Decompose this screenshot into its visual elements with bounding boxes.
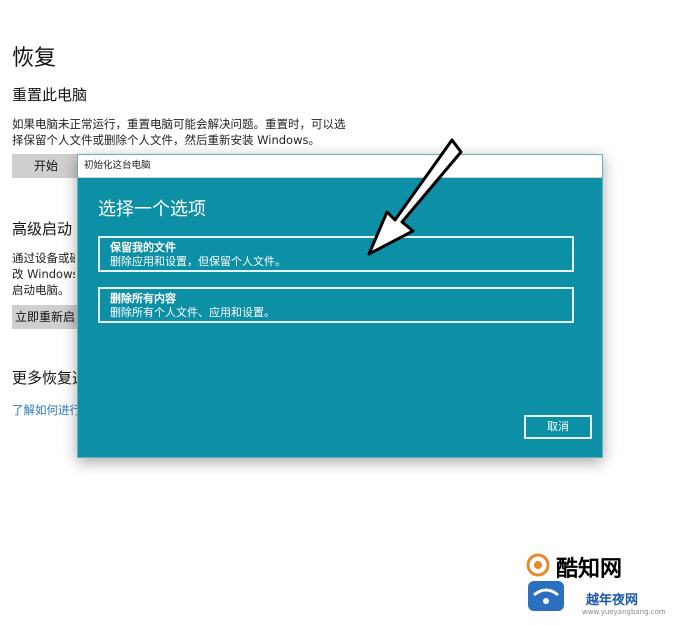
annotation-arrow-icon xyxy=(367,138,463,256)
more-recovery-heading: 更多恢复选 xyxy=(12,369,78,387)
remove-everything-desc: 删除所有个人文件、应用和设置。 xyxy=(110,306,275,319)
watermark-text-3: www.yueyangbang.com xyxy=(582,608,666,616)
dialog-heading: 选择一个选项 xyxy=(98,199,206,220)
remove-everything-title: 删除所有内容 xyxy=(110,292,176,305)
watermark-text-1: 酷知网 xyxy=(556,557,623,582)
advanced-startup-heading: 高级启动 xyxy=(12,220,73,238)
advanced-desc-line3: 启动电脑。 xyxy=(12,283,70,297)
watermark-text-2: 越年夜网 xyxy=(586,593,639,608)
reset-pc-heading: 重置此电脑 xyxy=(12,86,88,104)
reset-pc-desc-line1: 如果电脑未正常运行，重置电脑可能会解决问题。重置时，可以选 xyxy=(12,117,346,131)
remove-everything-option[interactable]: 删除所有内容 删除所有个人文件、应用和设置。 xyxy=(98,287,574,323)
reset-pc-desc-line2: 择保留个人文件或删除个人文件，然后重新安装 Windows。 xyxy=(12,133,320,147)
keep-my-files-option[interactable]: 保留我的文件 删除应用和设置，但保留个人文件。 xyxy=(98,236,574,272)
keep-my-files-title: 保留我的文件 xyxy=(110,241,176,254)
restart-now-button[interactable]: 立即重新启 xyxy=(12,305,78,329)
learn-more-link[interactable]: 了解如何进行 xyxy=(12,402,78,418)
cancel-button[interactable]: 取消 xyxy=(524,415,592,439)
advanced-desc-line1: 通过设备或磁 xyxy=(12,251,75,265)
dialog-titlebar: 初始化这台电脑 xyxy=(78,155,602,178)
start-button[interactable]: 开始 xyxy=(12,154,80,178)
advanced-desc-line2: 改 Windows xyxy=(12,267,75,281)
page-title: 恢复 xyxy=(12,46,57,71)
keep-my-files-desc: 删除应用和设置，但保留个人文件。 xyxy=(110,255,286,268)
reset-pc-dialog: 初始化这台电脑 选择一个选项 保留我的文件 删除应用和设置，但保留个人文件。 删… xyxy=(77,154,603,458)
